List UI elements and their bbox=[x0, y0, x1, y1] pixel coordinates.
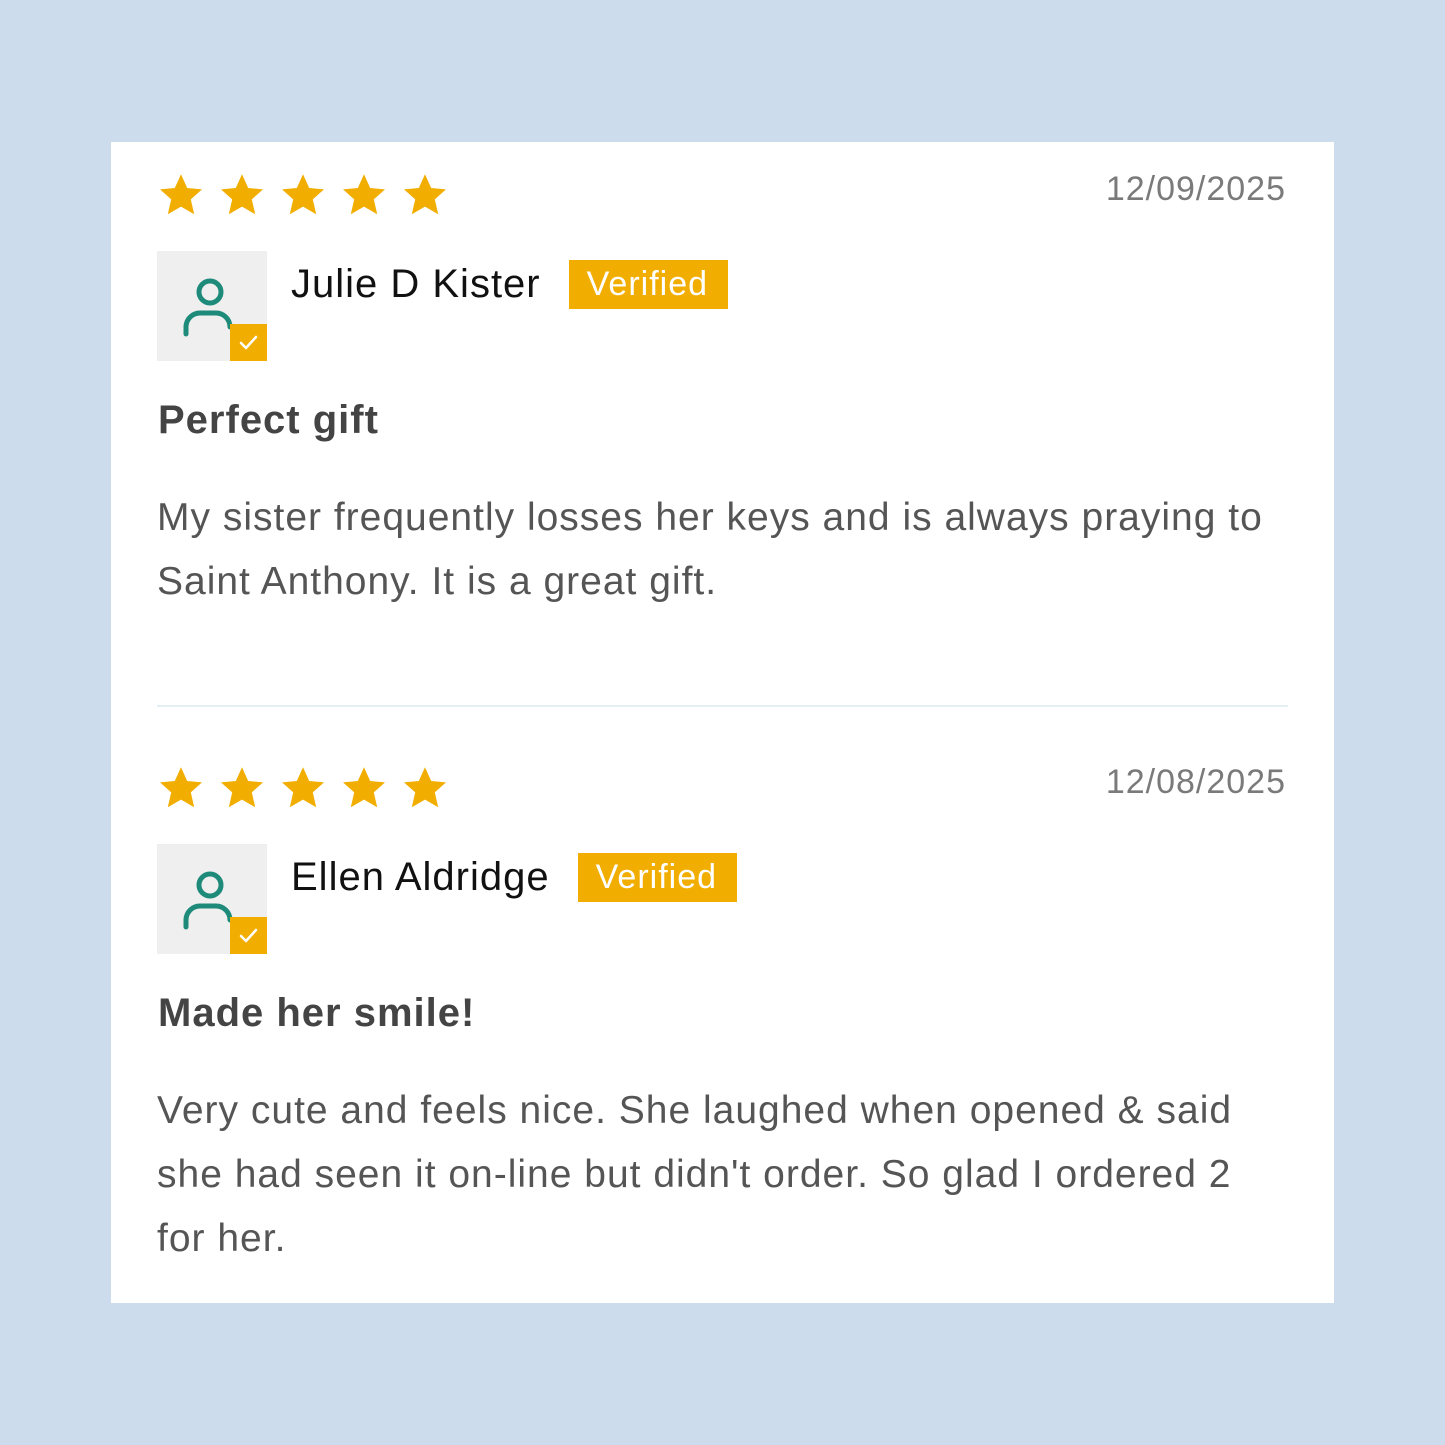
review-body: Very cute and feels nice. She laughed wh… bbox=[157, 1089, 1233, 1260]
star-icon bbox=[218, 170, 266, 220]
review-title: Made her smile! bbox=[158, 991, 476, 1035]
star-icon bbox=[340, 763, 388, 813]
star-icon bbox=[218, 763, 266, 813]
review-date: 12/09/2025 bbox=[1105, 170, 1286, 208]
review-body: My sister frequently losses her keys and… bbox=[157, 496, 1263, 603]
review-date: 12/08/2025 bbox=[1105, 763, 1286, 801]
reviewer-name: Julie D Kister bbox=[291, 261, 541, 306]
star-icon bbox=[279, 763, 327, 813]
star-icon bbox=[157, 170, 205, 220]
star-icon bbox=[401, 763, 449, 813]
verified-badge: Verified bbox=[577, 852, 738, 902]
review-title: Perfect gift bbox=[158, 398, 379, 442]
star-icon bbox=[279, 170, 327, 220]
verified-badge: Verified bbox=[568, 259, 729, 309]
review-divider bbox=[157, 705, 1288, 707]
avatar bbox=[157, 844, 267, 954]
avatar bbox=[157, 251, 267, 361]
reviews-card: 12/09/2025 Julie D Kister Verified Perfe… bbox=[111, 142, 1334, 1303]
reviewer-row: Ellen Aldridge Verified bbox=[291, 851, 738, 903]
star-icon bbox=[157, 763, 205, 813]
star-icon bbox=[401, 170, 449, 220]
reviewer-name: Ellen Aldridge bbox=[291, 854, 550, 899]
star-icon bbox=[340, 170, 388, 220]
verified-check-icon bbox=[230, 917, 267, 954]
star-rating bbox=[157, 170, 457, 224]
verified-check-icon bbox=[230, 324, 267, 361]
reviewer-row: Julie D Kister Verified bbox=[291, 258, 729, 310]
star-rating bbox=[157, 763, 457, 817]
